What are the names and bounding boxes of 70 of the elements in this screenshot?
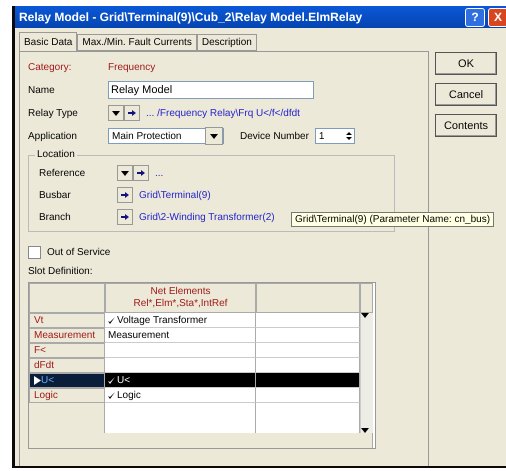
header-cell — [360, 283, 373, 313]
dialog-button[interactable]: Cancel — [435, 83, 497, 106]
dropdown-button[interactable] — [108, 105, 124, 121]
table-cell[interactable]: U< — [105, 373, 256, 388]
group-title: Location — [35, 149, 77, 160]
dropdown-button[interactable] — [117, 165, 133, 181]
device-number-spinner[interactable]: 1 — [314, 128, 355, 144]
row-header[interactable]: F< — [29, 343, 105, 358]
tab[interactable]: Basic Data — [19, 32, 78, 52]
jump-button[interactable] — [124, 105, 140, 121]
dropdown-icon — [210, 134, 218, 138]
name-field[interactable]: Relay Model — [108, 81, 314, 99]
slot-name: Vt — [34, 315, 44, 326]
help-button[interactable]: ? — [465, 8, 485, 26]
tooltip: Grid\Terminal(9) (Parameter Name: cn_bus) — [291, 212, 494, 227]
table-cell[interactable] — [105, 358, 256, 373]
arrow-icon — [121, 214, 129, 220]
row-header[interactable]: Vt — [29, 313, 105, 328]
dropdown-icon — [121, 170, 129, 176]
row-header[interactable]: Measurement — [29, 328, 105, 343]
row-header[interactable]: U< — [29, 373, 105, 388]
field-label: Device Number — [240, 130, 309, 142]
tab[interactable]: Max./Min. Fault Currents — [77, 34, 197, 51]
close-button[interactable]: X — [488, 8, 506, 26]
horizontal-scrollbar[interactable] — [29, 433, 373, 448]
window-title: Relay Model - Grid\Terminal(9)\Cub_2\Relay Model.ElmRelay — [19, 10, 364, 24]
arrow-icon — [121, 192, 129, 198]
application-select[interactable]: Main Protection — [108, 128, 224, 144]
field-label: Application — [28, 130, 78, 142]
row-header[interactable]: Logic — [29, 388, 105, 403]
section-label: Slot Definition: — [28, 266, 94, 277]
location-link[interactable]: Grid\Terminal(9) — [139, 190, 211, 200]
slot-name: Measurement — [34, 330, 96, 341]
field-label: Name — [28, 84, 56, 96]
row-pointer-icon — [34, 376, 41, 385]
jump-button[interactable] — [117, 209, 133, 225]
location-link[interactable]: ... — [155, 168, 164, 178]
field-label: Branch — [39, 212, 72, 222]
relay-type-link[interactable]: ... /Frequency Relay\Frq U</f</dfdt — [146, 108, 300, 118]
check-icon — [108, 392, 115, 398]
field-label: Category: — [28, 62, 72, 72]
table-cell[interactable]: Voltage Transformer — [105, 313, 256, 328]
row-header[interactable]: dFdt — [29, 358, 105, 373]
slot-name: F< — [34, 345, 46, 356]
jump-button[interactable] — [133, 165, 149, 181]
field-label: Relay Type — [28, 108, 79, 118]
table-cell[interactable]: Measurement — [105, 328, 256, 343]
dialog-button[interactable]: OK — [435, 52, 497, 75]
check-icon — [108, 376, 115, 384]
field-label: Reference — [39, 168, 86, 178]
slot-name: Logic — [34, 390, 58, 401]
slot-name: dFdt — [34, 360, 54, 371]
header-cell: Net Elements Rel*,Elm*,Sta*,IntRef — [105, 283, 256, 313]
check-icon — [108, 316, 115, 324]
category-value: Frequency — [108, 62, 156, 72]
field-label: Busbar — [39, 190, 72, 200]
checkbox-label: Out of Service — [47, 246, 110, 258]
table-cell[interactable]: Logic — [105, 388, 256, 403]
jump-button[interactable] — [117, 187, 133, 203]
tab[interactable]: Description — [196, 34, 257, 51]
vertical-scrollbar[interactable] — [360, 313, 373, 433]
checkbox[interactable] — [28, 246, 41, 258]
dialog-button[interactable]: Contents — [435, 114, 497, 137]
spin-icon — [344, 130, 354, 142]
arrow-icon — [128, 110, 136, 116]
slot-name: U< — [41, 375, 54, 386]
location-link[interactable]: Grid\2-Winding Transformer(2) — [139, 212, 275, 222]
table-cell[interactable] — [105, 343, 256, 358]
dropdown-icon — [112, 110, 120, 116]
arrow-icon — [137, 170, 145, 176]
